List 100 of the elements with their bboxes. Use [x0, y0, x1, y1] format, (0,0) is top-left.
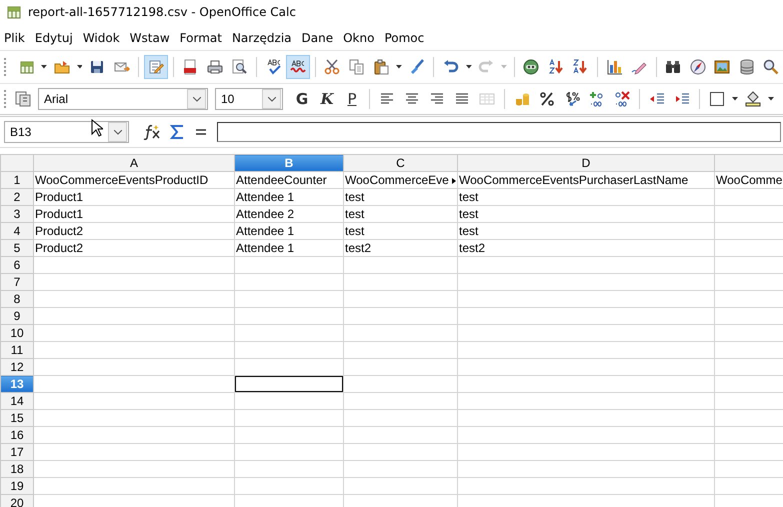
- robot-face-icon: [523, 59, 540, 75]
- row-header[interactable]: 17: [0, 444, 34, 460]
- row-header[interactable]: 4: [0, 222, 34, 240]
- compass-icon: [690, 59, 706, 75]
- table-cell: Product1: [35, 190, 84, 204]
- chevron-down-icon: [268, 96, 276, 102]
- menu-item[interactable]: Okno: [343, 31, 374, 45]
- overflow-arrow-icon: [452, 178, 456, 184]
- binoculars-icon: [665, 59, 682, 75]
- row-header[interactable]: 15: [0, 410, 34, 426]
- table-cell: WooCommerceEventsProductID: [35, 173, 208, 187]
- table-cell: Attendee 1: [236, 224, 294, 238]
- add-decimal-icon: [589, 91, 605, 107]
- row-header[interactable]: 20: [0, 494, 34, 507]
- mouse-pointer-icon: [91, 119, 103, 137]
- function-wizard-icon[interactable]: [143, 124, 161, 140]
- auto-spellcheck-icon: [290, 59, 306, 75]
- menu-item[interactable]: Format: [180, 31, 222, 45]
- row-header[interactable]: 3: [0, 206, 34, 222]
- spreadsheet-icon: [6, 4, 22, 20]
- row-header[interactable]: 10: [0, 324, 34, 342]
- row-header[interactable]: 2: [0, 188, 34, 206]
- row-header[interactable]: 8: [0, 290, 34, 308]
- row-header[interactable]: 13: [0, 376, 34, 392]
- paint-bucket-icon: [745, 91, 761, 107]
- menu-item[interactable]: Pomoc: [384, 31, 424, 45]
- row-header[interactable]: 16: [0, 426, 34, 444]
- dropdown-arrow-icon[interactable]: [466, 65, 472, 69]
- menu-item[interactable]: Dane: [302, 31, 334, 45]
- table-cell: Attendee 1: [236, 241, 294, 255]
- undo-icon: [442, 59, 459, 75]
- table-cell: test: [459, 224, 478, 238]
- picture-frame-icon: [714, 59, 730, 75]
- currency-percent-icon: [564, 91, 580, 107]
- redo-icon: [478, 59, 494, 75]
- row-header[interactable]: 11: [0, 342, 34, 358]
- clipboard-icon: [373, 59, 390, 75]
- italic-button[interactable]: K: [315, 87, 339, 111]
- bold-button[interactable]: G: [290, 87, 314, 111]
- bar-chart-icon: [606, 59, 623, 75]
- styles-icon[interactable]: [15, 91, 31, 107]
- chevron-down-icon: [114, 130, 122, 134]
- row-header[interactable]: 12: [0, 358, 34, 376]
- auto-spellcheck-button[interactable]: [286, 55, 310, 79]
- dropdown-button[interactable]: [187, 89, 206, 109]
- formula-input[interactable]: [217, 122, 781, 142]
- percent-icon: [539, 91, 555, 107]
- delete-decimal-icon: [614, 91, 630, 107]
- menu-item[interactable]: Edytuj: [34, 31, 73, 45]
- sum-icon[interactable]: [169, 124, 185, 140]
- sort-ascending-icon: [548, 59, 564, 75]
- table-cell: Attendee 1: [236, 190, 294, 204]
- name-box[interactable]: B13: [4, 121, 129, 143]
- pencil-document-button[interactable]: [144, 55, 168, 79]
- dropdown-arrow-icon[interactable]: [76, 65, 82, 69]
- row-header[interactable]: 1: [0, 172, 34, 188]
- menu-item[interactable]: Widok: [82, 31, 120, 45]
- table-cell: WooComme: [716, 173, 782, 187]
- column-header[interactable]: D: [458, 154, 714, 172]
- chevron-down-icon: [192, 96, 200, 102]
- dropdown-button[interactable]: [262, 89, 281, 109]
- row-header[interactable]: 6: [0, 256, 34, 274]
- table-cell: test: [345, 224, 364, 238]
- table-cell: test: [345, 190, 364, 204]
- dropdown-arrow-icon[interactable]: [41, 65, 48, 69]
- scissors-icon: [324, 59, 340, 75]
- copy-icon: [348, 59, 365, 75]
- menu-item[interactable]: Plik: [4, 31, 25, 45]
- table-cell: Product2: [35, 224, 84, 238]
- table-cell: test2: [459, 241, 486, 255]
- folder-icon: [54, 59, 70, 75]
- menu-item[interactable]: Narzędzia: [232, 31, 292, 45]
- row-header[interactable]: 18: [0, 460, 34, 478]
- column-header[interactable]: A: [34, 154, 234, 172]
- merge-cells-icon: [479, 91, 495, 107]
- font-name-combo[interactable]: Arial: [38, 88, 208, 110]
- row-header[interactable]: 19: [0, 478, 34, 494]
- table-cell: AttendeeCounter: [236, 173, 327, 187]
- pdf-icon: [182, 59, 198, 75]
- printer-icon: [206, 59, 223, 75]
- row-header[interactable]: 14: [0, 392, 34, 410]
- row-header[interactable]: 5: [0, 240, 34, 256]
- dropdown-arrow-icon[interactable]: [768, 97, 774, 101]
- column-header[interactable]: C: [344, 154, 458, 172]
- dropdown-arrow-icon[interactable]: [732, 97, 738, 101]
- table-cell: Attendee 2: [236, 207, 294, 221]
- row-header[interactable]: 7: [0, 274, 34, 290]
- sort-descending-icon: [572, 59, 588, 75]
- borders-icon: [709, 91, 725, 107]
- underline-button[interactable]: P: [340, 87, 364, 111]
- database-icon: [738, 59, 755, 75]
- table-cell: Product1: [35, 207, 84, 221]
- table-cell: test: [459, 190, 478, 204]
- table-cell: WooCommerceEventsPurchaserLastName: [459, 173, 688, 187]
- menu-item[interactable]: Wstaw: [130, 31, 170, 45]
- row-header[interactable]: 9: [0, 308, 34, 324]
- dropdown-arrow-icon[interactable]: [396, 65, 402, 69]
- spreadsheet-icon: [18, 59, 35, 75]
- dropdown-button[interactable]: [108, 122, 127, 142]
- font-size-combo[interactable]: 10: [215, 88, 283, 110]
